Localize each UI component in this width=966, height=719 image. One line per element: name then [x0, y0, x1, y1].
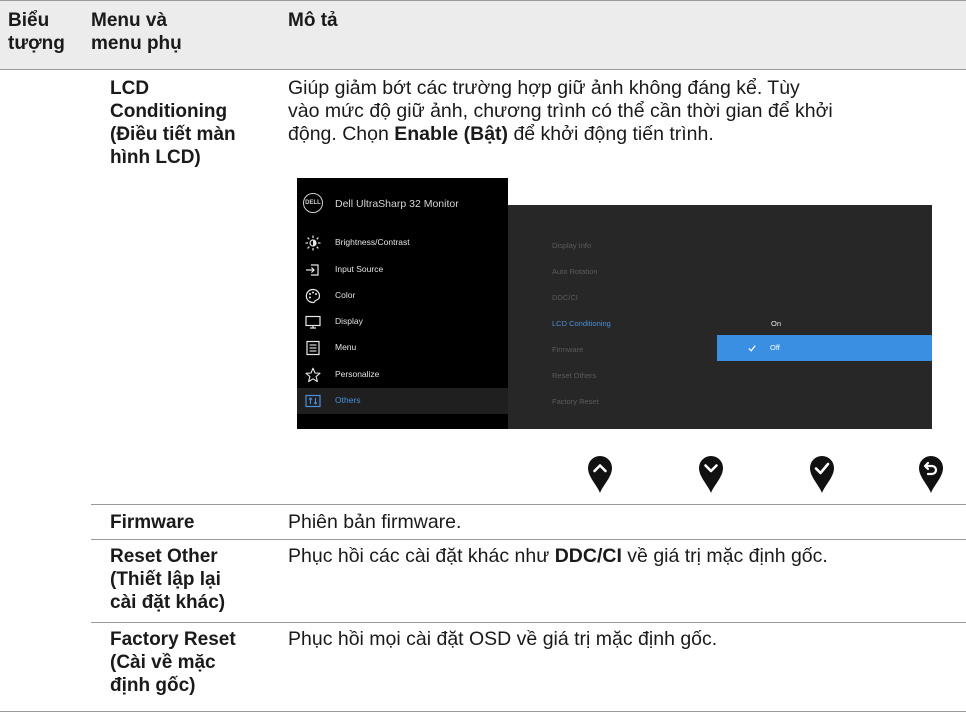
check-icon [748, 345, 756, 352]
dell-logo: DELL [303, 193, 323, 213]
header-menu-column: Menu và menu phụ [91, 10, 182, 54]
osd-submenu-ddc-ci[interactable]: DDC/CI [552, 293, 578, 302]
others-icon [305, 394, 321, 408]
osd-menu-label: Color [335, 290, 356, 300]
osd-submenu-auto-rotation[interactable]: Auto Rotation [552, 267, 597, 276]
osd-option-off-label: Off [770, 343, 780, 352]
osd-title: Dell UltraSharp 32 Monitor [335, 198, 459, 210]
header-icon-column: Biểu tượng [8, 10, 65, 54]
row-name-factory-reset: Factory Reset (Cài về mặc định gốc) [110, 629, 236, 696]
osd-option-on[interactable]: On [771, 319, 781, 328]
back-button-icon[interactable] [917, 454, 945, 494]
check-button-icon[interactable] [808, 454, 836, 494]
row-desc-factory-reset: Phục hồi mọi cài đặt OSD về giá trị mặc … [288, 628, 718, 650]
input-source-icon [306, 264, 319, 276]
osd-menu-label: Input Source [335, 264, 384, 274]
osd-menu-label: Brightness/Contrast [335, 237, 410, 247]
osd-menu-label: Display [335, 316, 363, 326]
row-divider [91, 539, 966, 540]
osd-menu-input-source[interactable]: Input Source [297, 257, 508, 283]
down-button-icon[interactable] [697, 454, 725, 494]
row-divider [91, 504, 966, 505]
osd-menu-label: Menu [335, 342, 357, 352]
osd-menu-brightness[interactable]: Brightness/Contrast [297, 230, 508, 256]
osd-menu-label: Personalize [335, 369, 380, 379]
row-desc-reset-other: Phục hồi các cài đặt khác như DDC/CI về … [288, 545, 828, 567]
osd-submenu-display-info[interactable]: Display Info [552, 241, 591, 250]
row-name-firmware: Firmware [110, 512, 195, 533]
osd-submenu-lcd-conditioning[interactable]: LCD Conditioning [552, 319, 611, 328]
osd-option-off[interactable]: Off [717, 335, 932, 361]
menu-icon [306, 340, 320, 356]
row-desc-lcd-conditioning: Giúp giảm bớt các trường hợp giữ ảnh khô… [288, 77, 833, 145]
header-description-column: Mô tả [288, 10, 338, 31]
row-divider [91, 622, 966, 623]
osd-menu-personalize[interactable]: Personalize [297, 362, 508, 388]
osd-menu-menu[interactable]: Menu [297, 335, 508, 361]
color-palette-icon [305, 288, 321, 304]
row-name-lcd-conditioning: LCD Conditioning (Điều tiết màn hình LCD) [110, 78, 236, 168]
display-icon [305, 315, 321, 329]
osd-submenu-firmware[interactable]: Firmware [552, 345, 583, 354]
brightness-icon [305, 235, 321, 251]
row-name-reset-other: Reset Other (Thiết lập lại cài đặt khác) [110, 546, 226, 613]
osd-menu-label: Others [335, 395, 361, 405]
row-desc-firmware: Phiên bản firmware. [288, 511, 462, 533]
table-bottom-rule [0, 711, 966, 712]
osd-submenu-reset-others[interactable]: Reset Others [552, 371, 596, 380]
up-button-icon[interactable] [586, 454, 614, 494]
osd-menu-color[interactable]: Color [297, 283, 508, 309]
osd-submenu-factory-reset[interactable]: Factory Reset [552, 397, 599, 406]
star-icon [305, 367, 321, 383]
osd-menu-others[interactable]: Others [297, 388, 508, 414]
osd-screenshot: DELL Dell UltraSharp 32 Monitor Brightne… [297, 178, 932, 429]
osd-menu-display[interactable]: Display [297, 309, 508, 335]
osd-top-strip [508, 178, 932, 205]
